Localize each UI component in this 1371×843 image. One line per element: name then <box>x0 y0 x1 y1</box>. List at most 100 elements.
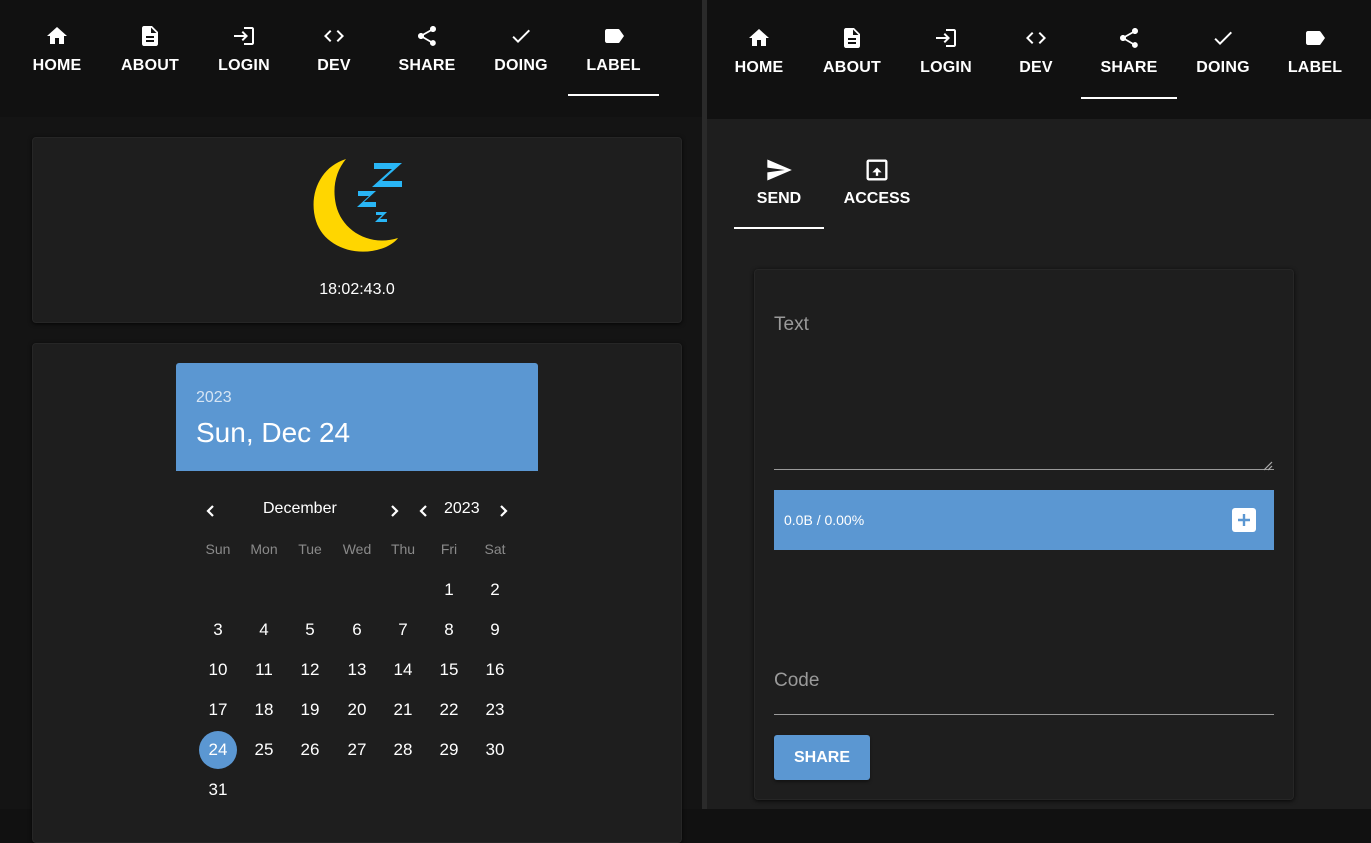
text-field-label[interactable]: Text <box>774 314 809 336</box>
prev-year-button[interactable] <box>415 502 433 520</box>
nav-label: ABOUT <box>121 57 179 74</box>
label-icon <box>604 29 624 43</box>
calendar-day[interactable]: 20 <box>338 691 376 729</box>
tab-send-label: SEND <box>756 190 802 207</box>
right-nav-dev[interactable]: DEV <box>1016 0 1056 96</box>
nav-label: DOING <box>1196 59 1250 76</box>
calendar-header-year[interactable]: 2023 <box>196 389 232 407</box>
calendar-day[interactable]: 2 <box>476 571 514 609</box>
document-icon <box>142 26 158 46</box>
right-nav-home[interactable]: HOME <box>734 0 784 96</box>
calendar-day[interactable]: 9 <box>476 611 514 649</box>
weekday-label: Fri <box>440 541 458 557</box>
prev-month-button[interactable] <box>202 502 220 520</box>
tab-access-label: ACCESS <box>843 190 911 207</box>
share-icon <box>418 26 436 46</box>
file-upload-bar[interactable]: 0.0B / 0.00% <box>774 490 1274 550</box>
calendar-day[interactable]: 5 <box>291 611 329 649</box>
right-nav-about[interactable]: ABOUT <box>822 0 882 96</box>
calendar-day[interactable]: 8 <box>430 611 468 649</box>
home-icon <box>47 27 67 44</box>
sleeping-moon-icon <box>313 159 402 252</box>
send-icon <box>767 159 792 181</box>
active-tab-indicator <box>568 94 659 96</box>
calendar-day[interactable]: 19 <box>291 691 329 729</box>
calendar-day[interactable]: 29 <box>430 731 468 769</box>
code-field-label[interactable]: Code <box>774 670 819 692</box>
nav-label: SHARE <box>398 57 456 74</box>
left-nav-dev[interactable]: DEV <box>314 0 354 96</box>
calendar-day[interactable]: 22 <box>430 691 468 729</box>
text-field-underline <box>774 469 1274 470</box>
nav-label: DOING <box>494 57 548 74</box>
calendar-day[interactable]: 26 <box>291 731 329 769</box>
active-tab-indicator <box>734 227 824 229</box>
calendar-year[interactable]: 2023 <box>444 500 480 518</box>
calendar-day[interactable]: 14 <box>384 651 422 689</box>
calendar-day[interactable]: 15 <box>430 651 468 689</box>
left-nav-share[interactable]: SHARE <box>397 0 457 96</box>
calendar-day[interactable]: 1 <box>430 571 468 609</box>
left-nav-home[interactable]: HOME <box>32 0 82 96</box>
calendar-day[interactable]: 13 <box>338 651 376 689</box>
nav-label: DEV <box>1019 59 1053 76</box>
calendar-month[interactable]: December <box>263 500 337 518</box>
calendar-day-selected[interactable]: 24 <box>199 731 237 769</box>
nav-label: LABEL <box>586 57 641 74</box>
clock-time: 18:02:43.0 <box>319 281 395 298</box>
calendar-day[interactable]: 23 <box>476 691 514 729</box>
chevron-right-icon <box>391 505 399 517</box>
nav-label: LOGIN <box>218 57 270 74</box>
calendar-day[interactable]: 17 <box>199 691 237 729</box>
nav-label: SHARE <box>1100 59 1158 76</box>
tab-send[interactable]: SEND <box>734 140 824 229</box>
home-icon <box>749 29 769 46</box>
login-icon <box>234 27 254 45</box>
calendar-day[interactable]: 16 <box>476 651 514 689</box>
calendar-day[interactable]: 7 <box>384 611 422 649</box>
chevron-right-icon <box>500 505 508 517</box>
calendar-day[interactable]: 4 <box>245 611 283 649</box>
resize-handle-icon[interactable] <box>1263 458 1273 471</box>
calendar-day[interactable]: 31 <box>199 771 237 809</box>
tab-access[interactable]: ACCESS <box>834 140 920 229</box>
upload-box-icon <box>866 159 888 181</box>
left-nav-login[interactable]: LOGIN <box>216 0 272 96</box>
calendar-day[interactable]: 11 <box>245 651 283 689</box>
left-nav-label[interactable]: LABEL <box>568 0 659 96</box>
upload-status: 0.0B / 0.00% <box>784 512 865 528</box>
calendar-day[interactable]: 25 <box>245 731 283 769</box>
left-nav-about[interactable]: ABOUT <box>120 0 180 96</box>
calendar-header: 2023 Sun, Dec 24 <box>176 363 538 471</box>
code-field-underline <box>774 714 1274 715</box>
right-nav-share[interactable]: SHARE <box>1081 0 1177 99</box>
login-icon <box>936 29 956 47</box>
right-nav-login[interactable]: LOGIN <box>918 0 974 96</box>
next-year-button[interactable] <box>494 502 512 520</box>
calendar-day[interactable]: 6 <box>338 611 376 649</box>
left-navbar: HOME ABOUT LOGIN DEV SHARE DOING LABEL <box>0 0 702 117</box>
calendar-day[interactable]: 12 <box>291 651 329 689</box>
chevron-left-icon <box>206 505 214 517</box>
calendar-day[interactable]: 3 <box>199 611 237 649</box>
calendar-day[interactable]: 27 <box>338 731 376 769</box>
left-nav-doing[interactable]: DOING <box>494 0 548 96</box>
plus-icon <box>1238 514 1250 526</box>
weekday-label: Thu <box>390 541 416 557</box>
calendar-day[interactable]: 28 <box>384 731 422 769</box>
calendar-day[interactable]: 21 <box>384 691 422 729</box>
next-month-button[interactable] <box>385 502 403 520</box>
weekday-label: Sun <box>205 541 231 557</box>
add-file-button[interactable] <box>1232 508 1256 532</box>
calendar-day[interactable]: 18 <box>245 691 283 729</box>
share-button[interactable]: SHARE <box>774 735 870 780</box>
right-nav-doing[interactable]: DOING <box>1196 0 1250 96</box>
calendar-day[interactable]: 10 <box>199 651 237 689</box>
right-nav-label[interactable]: LABEL <box>1288 0 1342 96</box>
weekday-label: Mon <box>250 541 278 557</box>
nav-label: LOGIN <box>920 59 972 76</box>
calendar-header-date: Sun, Dec 24 <box>196 417 351 448</box>
code-icon <box>324 30 344 42</box>
check-icon <box>512 29 530 43</box>
calendar-day[interactable]: 30 <box>476 731 514 769</box>
